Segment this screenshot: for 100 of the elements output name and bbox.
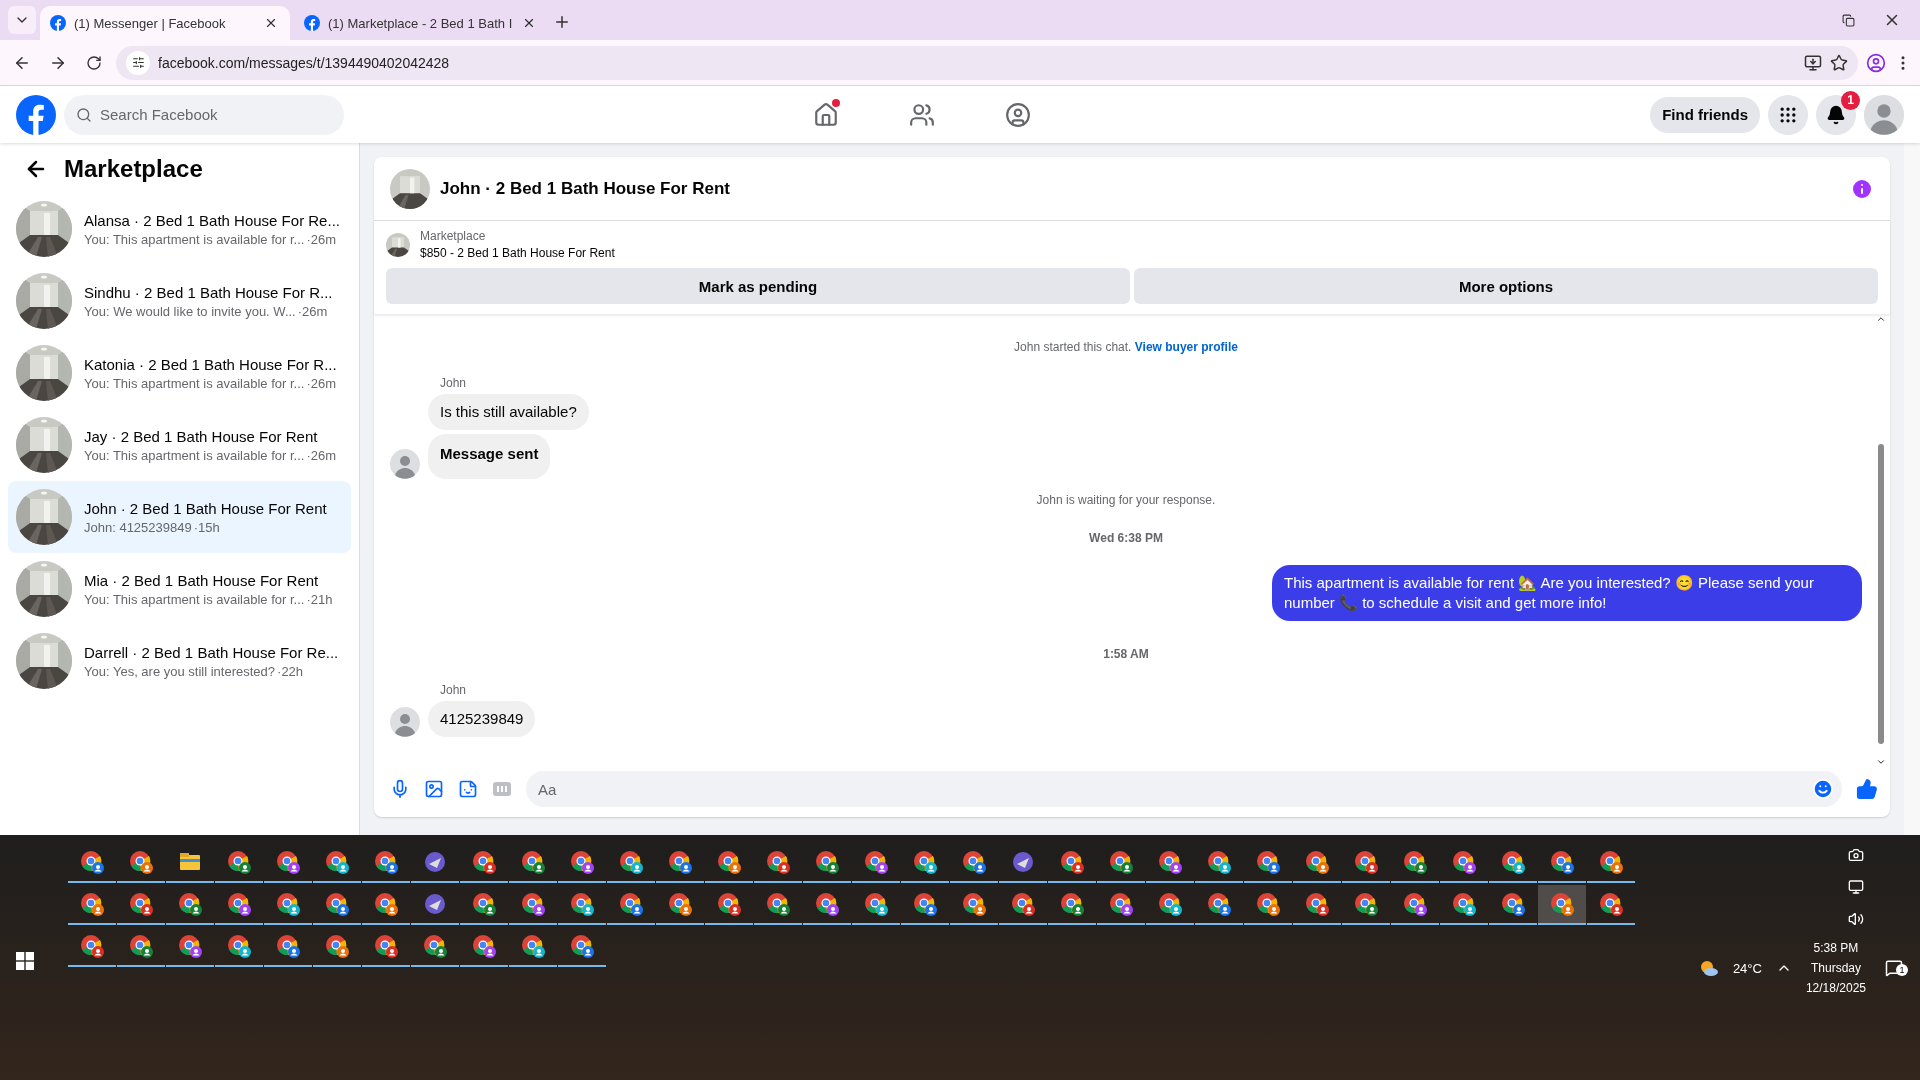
bookmark-star-icon[interactable] — [1830, 53, 1848, 72]
clock-date[interactable]: 12/18/2025 — [1805, 981, 1866, 995]
conversation-item[interactable]: John · 2 Bed 1 Bath House For Rent John: 4125239849·15h — [8, 481, 351, 553]
conversation-item[interactable]: Sindhu · 2 Bed 1 Bath House For R... You: We would like to invite you. W...·26m — [8, 265, 351, 337]
close-icon — [264, 16, 278, 30]
browser-icon — [177, 933, 203, 959]
browser-icon — [1304, 849, 1330, 875]
avatar-icon — [1864, 94, 1904, 135]
browser-icon — [1353, 849, 1379, 875]
browser-icon — [569, 891, 595, 917]
avatar-icon — [390, 448, 420, 479]
browser-icon — [520, 933, 546, 959]
menu-grid-button[interactable] — [1768, 94, 1808, 135]
conversation-item[interactable]: Darrell · 2 Bed 1 Bath House For Re... You: Yes, are you still interested?·22h — [8, 625, 351, 697]
emoji-icon[interactable] — [1812, 778, 1834, 800]
camera-icon[interactable] — [1848, 847, 1864, 863]
clock-day[interactable]: Thursday — [1810, 961, 1861, 975]
sender-name: John — [439, 375, 468, 390]
message-time: ·26m — [306, 375, 337, 391]
browser-icon — [324, 933, 350, 959]
browser-icon — [618, 891, 644, 917]
buyer-profile-link[interactable]: View buyer profile — [1134, 340, 1238, 354]
browser-icon — [814, 849, 840, 875]
action-button[interactable]: More options — [1134, 268, 1878, 304]
volume-icon[interactable] — [1848, 911, 1864, 927]
browser-icon — [1206, 891, 1232, 917]
timestamp: 1:58 AM — [1102, 646, 1150, 663]
browser-icon — [79, 933, 105, 959]
conversation-item[interactable]: Alansa · 2 Bed 1 Bath House For Re... You: This apartment is available for r...·26m — [8, 193, 351, 265]
browser-icon — [1157, 891, 1183, 917]
taskbar-button[interactable] — [1538, 885, 1586, 925]
message-preview: You: This apartment is available for r... — [84, 375, 305, 391]
message-time: ·26m — [306, 447, 337, 463]
browser-icon — [128, 891, 154, 917]
conversation-item[interactable]: Jay · 2 Bed 1 Bath House For Rent You: This apartment is available for r...·26m — [8, 409, 351, 481]
browser-tab[interactable]: (1) Messenger | Facebook — [40, 6, 290, 40]
browser-icon — [324, 849, 350, 875]
site-settings-button[interactable] — [126, 50, 150, 75]
tab-title: (1) Marketplace - 2 Bed 1 Bath I — [328, 15, 513, 31]
message-preview: You: We would like to invite you. W... — [84, 303, 296, 319]
browser-icon — [1598, 891, 1624, 917]
browser-icon — [1255, 891, 1281, 917]
windows-start-icon[interactable] — [16, 952, 34, 970]
avatar-icon — [390, 707, 420, 738]
facebook-logo[interactable] — [16, 94, 56, 135]
browser-icon — [226, 849, 252, 875]
browser-icon — [373, 891, 399, 917]
message-time: ·26m — [297, 303, 328, 319]
scroll-up-icon[interactable] — [1876, 314, 1886, 324]
browser-icon — [765, 849, 791, 875]
scroll-down-icon[interactable] — [1876, 757, 1886, 767]
browser-icon — [912, 891, 938, 917]
conversation-title: Mia · 2 Bed 1 Bath House For Rent — [84, 571, 320, 589]
message-time: ·15h — [193, 519, 220, 535]
weather-icon[interactable] — [1698, 958, 1719, 978]
browser-icon — [1500, 891, 1526, 917]
browser-icon — [1402, 849, 1428, 875]
scrollbar-thumb[interactable] — [1878, 444, 1884, 744]
browser-icon — [1549, 849, 1575, 875]
page-scrollbar[interactable] — [1904, 143, 1920, 835]
display-icon[interactable] — [1848, 879, 1864, 895]
chat-title: John · 2 Bed 1 Bath House For Rent — [440, 178, 731, 199]
conversation-title: Darrell · 2 Bed 1 Bath House For Re... — [84, 643, 339, 661]
microphone-icon[interactable] — [390, 779, 410, 799]
notification-dot — [832, 98, 841, 107]
like-icon[interactable] — [1856, 778, 1878, 800]
browser-icon — [961, 849, 987, 875]
browser-icon — [1451, 849, 1477, 875]
conversation-title: Sindhu · 2 Bed 1 Bath House For R... — [84, 283, 333, 301]
tab-search-button[interactable] — [8, 6, 36, 34]
conversation-item[interactable]: Mia · 2 Bed 1 Bath House For Rent You: This apartment is available for r...·21h — [8, 553, 351, 625]
browser-tab[interactable]: (1) Marketplace - 2 Bed 1 Bath I — [294, 6, 544, 40]
action-button[interactable]: Mark as pending — [386, 268, 1130, 304]
browser-icon — [1010, 891, 1036, 917]
message-preview: You: This apartment is available for r... — [84, 231, 305, 247]
conversation-title: John · 2 Bed 1 Bath House For Rent — [84, 499, 327, 517]
tab-title: (1) Messenger | Facebook — [74, 15, 227, 31]
photo-icon[interactable] — [424, 779, 444, 799]
sliders-icon — [131, 56, 145, 69]
message-time: ·26m — [306, 231, 337, 247]
incoming-message: Message sent — [428, 434, 551, 479]
browser-icon — [667, 891, 693, 917]
browser-icon — [373, 849, 399, 875]
profile-icon[interactable] — [1866, 52, 1886, 73]
conversation-item[interactable]: Katonia · 2 Bed 1 Bath House For R... You: This apartment is available for r...·26m — [8, 337, 351, 409]
temperature[interactable]: 24°C — [1732, 960, 1762, 976]
find-friends-button[interactable]: Find friends — [1650, 96, 1760, 133]
search-icon — [76, 106, 92, 123]
browser-icon — [1549, 891, 1575, 917]
account-button[interactable] — [1864, 94, 1904, 135]
clock-time[interactable]: 5:38 PM — [1813, 941, 1859, 955]
action-center-button[interactable]: 1 — [1880, 954, 1908, 982]
listing-title[interactable]: $850 - 2 Bed 1 Bath House For Rent — [420, 246, 615, 260]
sticker-icon[interactable] — [458, 779, 478, 799]
search-field[interactable]: Search Facebook — [64, 94, 344, 135]
browser-icon — [667, 849, 693, 875]
install-icon[interactable] — [1804, 53, 1822, 72]
browser-icon — [1304, 891, 1330, 917]
browser-icon — [716, 849, 742, 875]
message-input[interactable]: Aa — [526, 771, 1842, 807]
